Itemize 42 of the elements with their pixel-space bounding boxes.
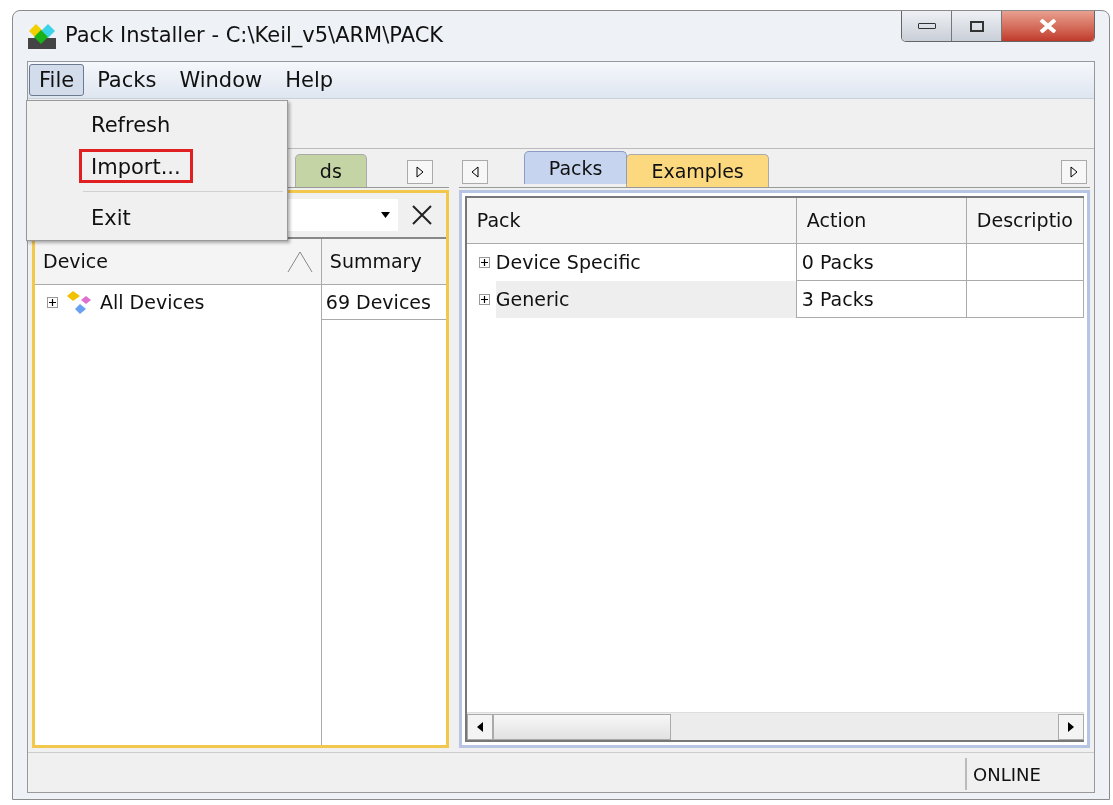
tab[interactable]: Packs [523,151,628,184]
minimize-button[interactable] [902,11,952,41]
app-icon [27,22,57,50]
dropdown-icon[interactable] [380,212,390,218]
window-title: Pack Installer - C:\Keil_v5\ARM\PACK [65,22,444,50]
menu-item[interactable]: File [29,64,85,96]
menu-item[interactable]: Help [275,64,344,96]
table-cell: 69 Devices [321,285,446,320]
tree-item[interactable]: Device Specific [495,244,796,281]
scroll-right-button[interactable] [1058,713,1084,740]
close-icon [1039,19,1057,33]
status-text: ONLINE [965,758,1070,790]
menu-item[interactable]: Window [169,64,273,96]
tab[interactable]: Examples [626,154,769,187]
scrollbar-thumb[interactable] [492,713,671,740]
tree-item[interactable]: All Devices [100,288,205,317]
column-header[interactable]: Action [796,198,967,244]
column-header[interactable]: Descriptio [966,198,1084,244]
triangle-right-icon [1068,721,1074,732]
scroll-left-button[interactable] [466,713,493,740]
column-header[interactable]: Summary [321,239,446,285]
expand-icon[interactable] [478,294,490,305]
triangle-right-icon [1070,166,1078,178]
sort-icon [286,250,313,273]
triangle-right-icon [415,166,424,178]
horizontal-scrollbar[interactable] [466,712,1084,740]
menu-item[interactable]: Packs [87,64,167,96]
tab[interactable]: ds [294,154,367,187]
tree-item[interactable]: Generic [495,281,796,318]
table-cell: 0 Packs [796,244,967,281]
triangle-left-icon [476,721,483,732]
expand-icon[interactable] [47,297,58,308]
maximize-button[interactable] [952,11,1002,41]
expand-icon[interactable] [478,257,490,268]
menu-item[interactable]: Exit [79,200,143,234]
menu-item[interactable]: Refresh [79,107,183,141]
menu-item[interactable]: Import... [79,149,193,183]
table-cell: 3 Packs [796,281,967,318]
column-header[interactable]: Device [35,239,322,285]
triangle-left-icon [470,166,479,178]
column-header[interactable]: Pack [466,198,797,244]
close-button[interactable] [1002,11,1094,41]
